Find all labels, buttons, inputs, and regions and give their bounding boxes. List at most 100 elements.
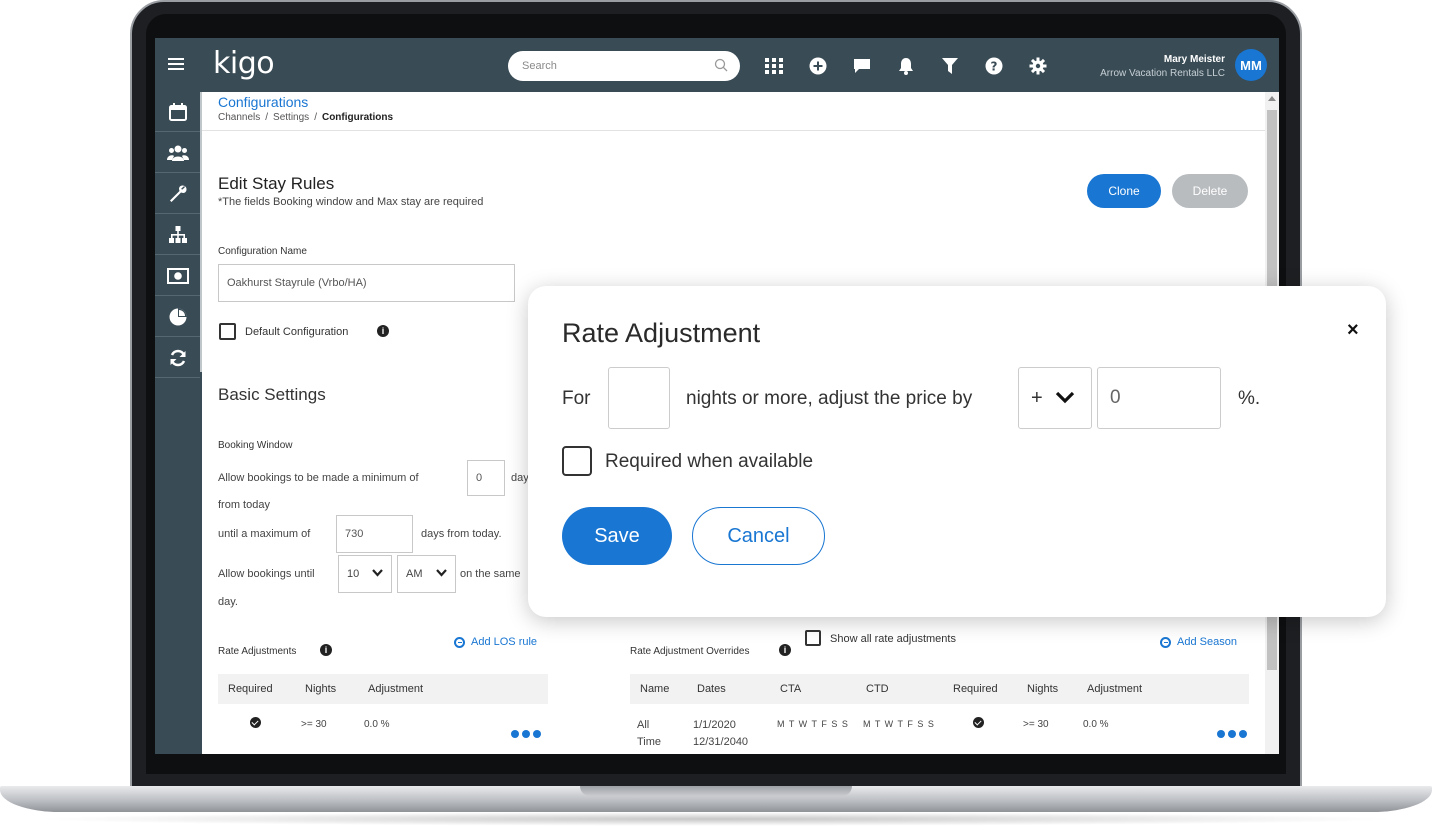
sign-select[interactable]: + <box>1018 367 1092 429</box>
pie-chart-icon <box>169 308 186 325</box>
required-label: Required when available <box>605 451 814 472</box>
column-header[interactable]: Adjustment <box>368 683 423 695</box>
nights-description: nights or more, adjust the price by <box>686 388 973 409</box>
show-all-checkbox[interactable] <box>805 630 821 646</box>
min-days-input[interactable]: 0 <box>467 460 505 496</box>
config-name-label: Configuration Name <box>218 246 307 257</box>
season-start-date: 1/1/2020 <box>693 719 736 731</box>
user-company: Arrow Vacation Rentals LLC <box>1100 68 1225 79</box>
breadcrumb-item-settings[interactable]: Settings <box>273 112 309 123</box>
breadcrumb-item-channels[interactable]: Channels <box>218 112 260 123</box>
users-icon <box>166 145 189 161</box>
from-today-text: from today <box>218 499 270 511</box>
more-options-icon[interactable] <box>511 730 541 738</box>
max-days-input[interactable]: 730 <box>336 515 413 553</box>
required-check-icon <box>973 717 984 728</box>
ampm-value: AM <box>406 568 423 580</box>
info-icon[interactable]: i <box>377 325 389 337</box>
user-name[interactable]: Mary Meister <box>1164 54 1225 65</box>
search-icon[interactable] <box>714 58 728 72</box>
cancel-button[interactable]: Cancel <box>692 507 825 565</box>
kigo-logo[interactable]: kigo <box>213 46 275 81</box>
column-header[interactable]: Required <box>953 683 998 695</box>
column-header[interactable]: Name <box>640 683 669 695</box>
add-los-rule-link[interactable]: Add LOS rule <box>454 636 537 648</box>
adjustment-amount-input[interactable]: 0 <box>1097 367 1221 429</box>
nights-input[interactable] <box>608 367 670 429</box>
search-box[interactable] <box>508 51 740 81</box>
cta-days-cell: M T W T F S S <box>777 719 849 729</box>
page-header-title[interactable]: Configurations <box>218 94 308 110</box>
hour-value: 10 <box>347 568 360 580</box>
day-text: day. <box>218 596 238 608</box>
rate-adjustments-title: Rate Adjustments <box>218 646 297 657</box>
sidebar-item-tools[interactable] <box>155 174 200 214</box>
same-day-text: on the same <box>460 568 521 580</box>
column-header[interactable]: Adjustment <box>1087 683 1142 695</box>
default-config-checkbox[interactable] <box>219 323 236 340</box>
hour-select[interactable]: 10 <box>338 555 392 593</box>
sidebar-item-structure[interactable] <box>155 215 200 255</box>
sidebar <box>155 92 202 754</box>
max-days-suffix: days from today. <box>421 528 502 540</box>
column-header[interactable]: Required <box>228 683 273 695</box>
filter-icon[interactable] <box>940 56 960 76</box>
sidebar-item-finance[interactable] <box>155 256 200 296</box>
chevron-down-icon <box>436 569 447 577</box>
page-title: Edit Stay Rules <box>218 174 335 193</box>
column-header[interactable]: Nights <box>1027 683 1058 695</box>
overrides-header: Name Dates CTA CTD Required Nights Adjus… <box>630 674 1249 704</box>
max-booking-text: until a maximum of <box>218 528 311 540</box>
chat-icon[interactable] <box>852 56 872 76</box>
nights-cell: >= 30 <box>301 719 327 730</box>
default-config-label: Default Configuration <box>245 326 349 338</box>
column-header[interactable]: CTA <box>780 683 801 695</box>
laptop-notch <box>580 786 852 796</box>
ampm-select[interactable]: AM <box>397 555 456 593</box>
more-options-icon[interactable] <box>1217 730 1247 738</box>
bell-icon[interactable] <box>896 56 916 76</box>
column-header[interactable]: CTD <box>866 683 889 695</box>
min-booking-text: Allow bookings to be made a minimum of <box>218 472 419 484</box>
search-input[interactable] <box>522 57 702 75</box>
header-divider <box>202 130 1265 131</box>
config-name-field[interactable]: Oakhurst Stayrule (Vrbo/HA) <box>218 264 515 302</box>
column-header[interactable]: Nights <box>305 683 336 695</box>
sidebar-item-users[interactable] <box>155 133 200 173</box>
clone-button[interactable]: Clone <box>1087 174 1161 208</box>
breadcrumb: Channels / Settings / Configurations <box>218 112 393 123</box>
apps-grid-icon[interactable] <box>764 56 784 76</box>
overrides-title: Rate Adjustment Overrides <box>630 646 750 657</box>
add-circle-icon[interactable] <box>808 56 828 76</box>
save-button[interactable]: Save <box>562 507 672 565</box>
close-icon[interactable]: × <box>1347 320 1359 340</box>
page-subtitle: *The fields Booking window and Max stay … <box>218 196 484 208</box>
sidebar-item-calendar[interactable] <box>155 92 200 132</box>
info-icon[interactable]: i <box>779 644 791 656</box>
scroll-up-icon[interactable] <box>1268 96 1276 101</box>
avatar[interactable]: MM <box>1235 49 1267 81</box>
season-name-cell: All <box>637 719 650 731</box>
add-season-label: Add Season <box>1177 636 1237 648</box>
modal-title: Rate Adjustment <box>562 318 761 348</box>
sidebar-item-sync[interactable] <box>155 338 200 378</box>
booking-window-label: Booking Window <box>218 440 293 451</box>
menu-icon[interactable] <box>165 56 187 74</box>
column-header[interactable]: Dates <box>697 683 726 695</box>
ctd-days-cell: M T W T F S S <box>863 719 935 729</box>
adjustment-cell: 0.0 % <box>1083 719 1109 730</box>
add-season-link[interactable]: Add Season <box>1160 636 1237 648</box>
until-text: Allow bookings until <box>218 568 315 580</box>
breadcrumb-separator: / <box>265 112 269 123</box>
season-end-date: 12/31/2040 <box>693 736 749 748</box>
gear-icon[interactable] <box>1028 56 1048 76</box>
season-name-cell: Time <box>637 736 662 748</box>
sidebar-item-reports[interactable] <box>155 297 200 337</box>
delete-button[interactable]: Delete <box>1172 174 1248 208</box>
required-checkbox[interactable] <box>562 446 592 476</box>
rate-adjustment-modal: Rate Adjustment × For nights or more, ad… <box>528 286 1386 617</box>
laptop-shadow <box>30 812 1402 826</box>
min-days-suffix: day <box>511 472 529 484</box>
info-icon[interactable]: i <box>320 644 332 656</box>
help-icon[interactable]: ? <box>984 56 1004 76</box>
